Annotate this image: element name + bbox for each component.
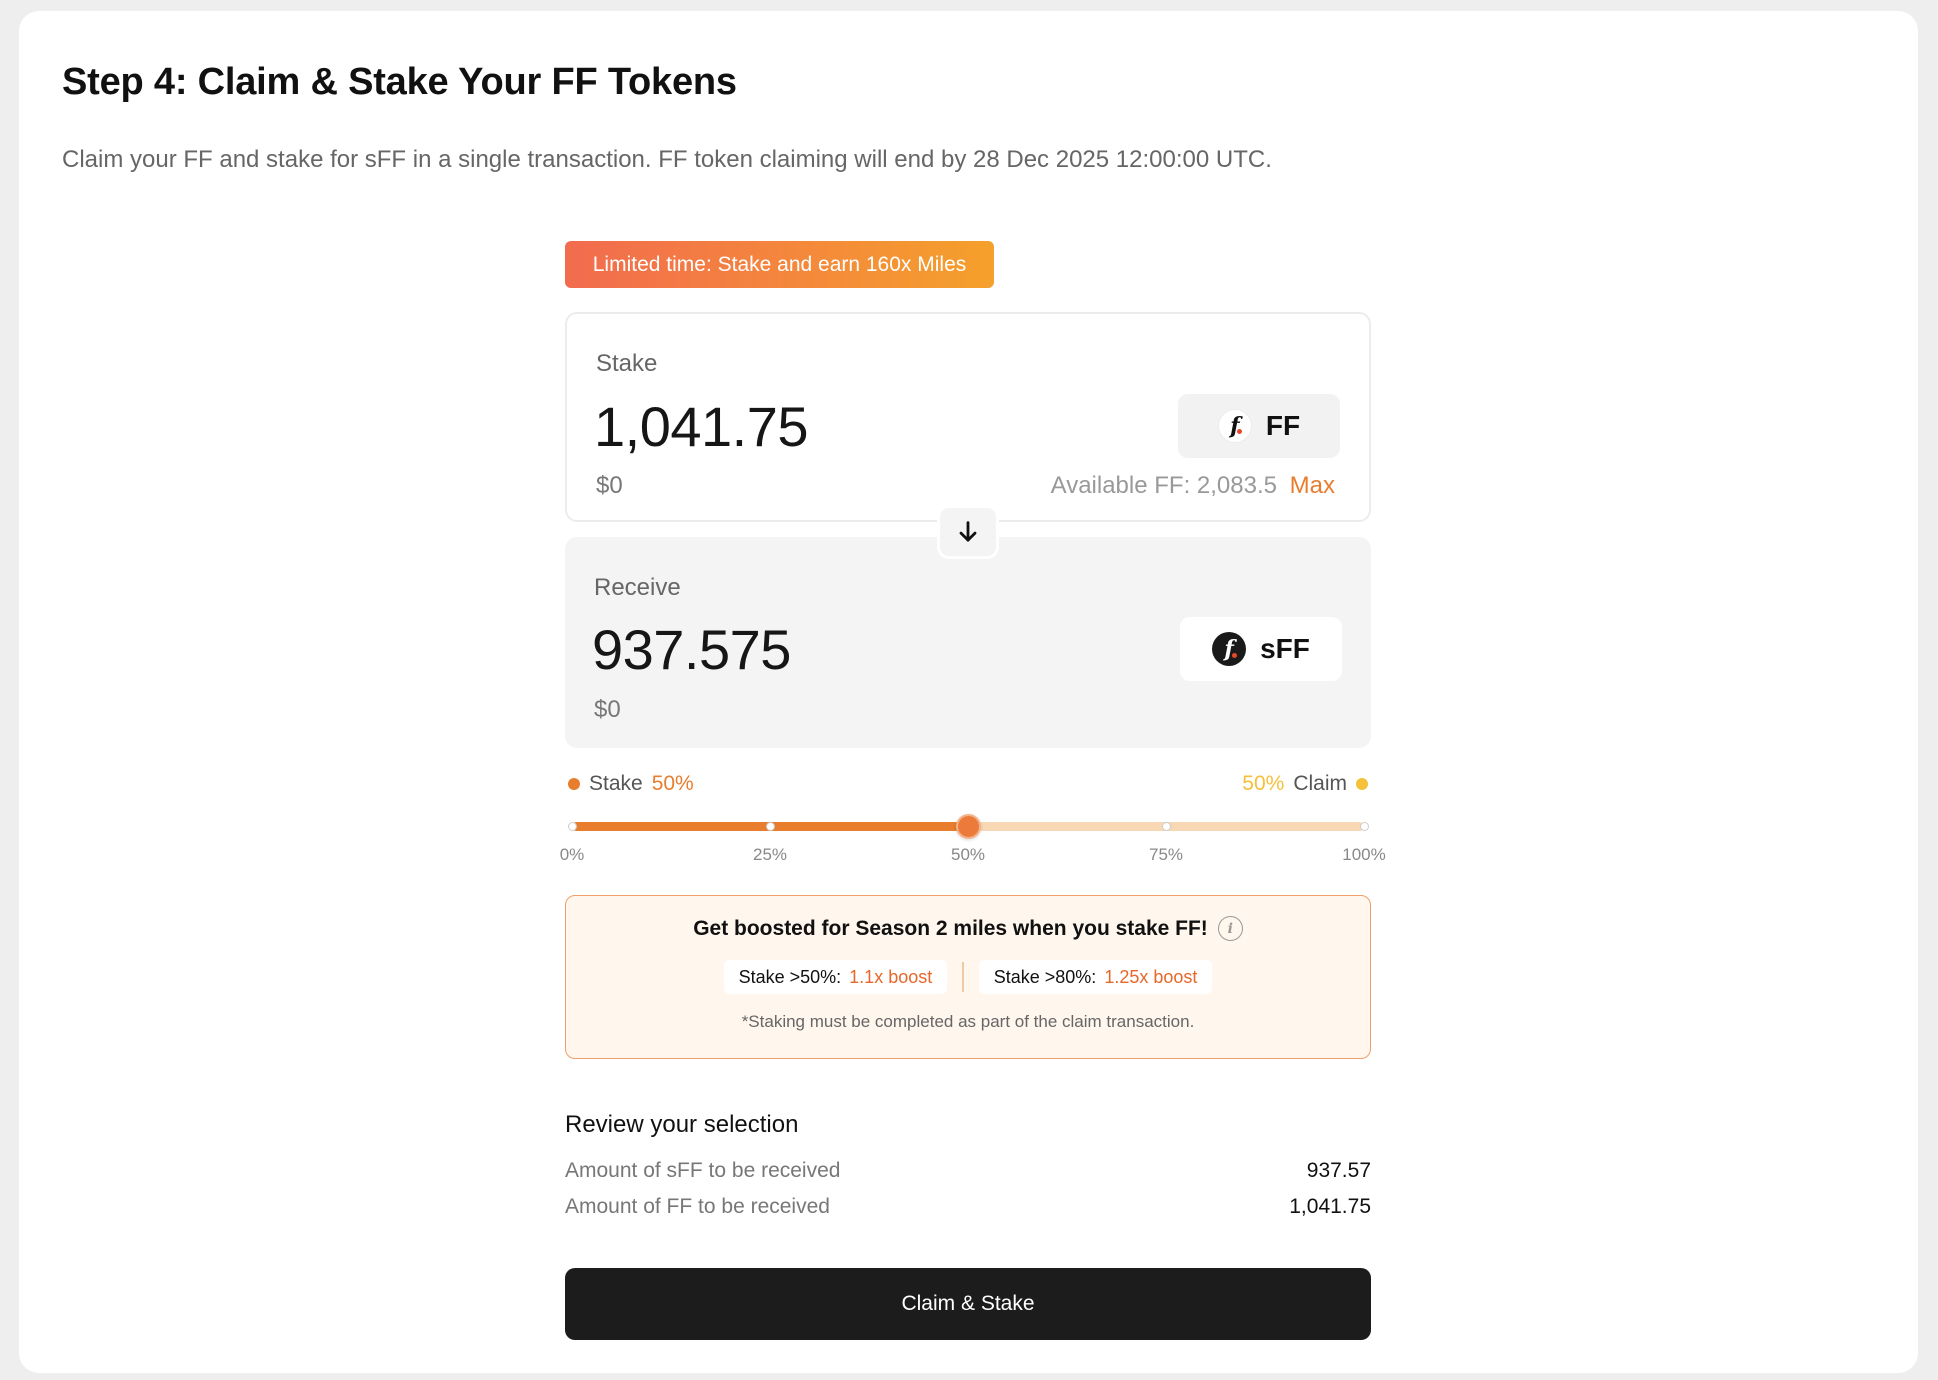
sff-token-icon: f [1212,632,1247,666]
slider-tick-label: 25% [752,845,788,864]
receive-token-symbol: sFF [1260,633,1310,664]
slider-thumb[interactable] [956,814,981,839]
swap-direction-button[interactable] [937,505,999,559]
review-row-value: 937.57 [1306,1159,1371,1182]
receive-amount: 937.575 [592,618,791,681]
promo-badge: Limited time: Stake and earn 160x Miles [565,241,994,288]
slider-tick [1162,822,1171,831]
claim-stake-button[interactable]: Claim & Stake [565,1268,1371,1340]
claim-stake-card: Step 4: Claim & Stake Your FF Tokens Cla… [19,11,1918,1373]
receive-label: Receive [594,574,681,601]
claim-legend-label: Claim [1293,772,1347,795]
slider-tick-label: 100% [1342,845,1386,864]
stake-amount-input[interactable]: 1,041.75 [594,394,808,459]
info-icon[interactable]: i [1217,916,1243,941]
stake-usd-value: $0 [596,472,623,499]
available-label: Available FF: 2,083.5 [1050,472,1277,499]
available-balance: Available FF: 2,083.5 Max [1051,472,1335,500]
page-subtitle: Claim your FF and stake for sFF in a sin… [62,146,1272,173]
receive-output-box: Receive 937.575 $0 f sFF [565,537,1371,748]
arrow-down-icon [959,521,977,542]
stake-token-symbol: FF [1265,410,1301,441]
stake-claim-slider[interactable] [565,812,1371,842]
boost-note: *Staking must be completed as part of th… [741,1012,1195,1031]
boost-title: Get boosted for Season 2 miles when you … [693,916,1208,940]
boost-chip-50: Stake >50%: 1.1x boost [723,960,948,994]
review-title: Review your selection [565,1111,799,1138]
stake-label: Stake [596,350,658,377]
stake-legend-label: Stake [589,772,643,795]
boost-chip-value: 1.25x boost [1104,966,1198,987]
ff-token-icon: f [1217,409,1252,443]
review-row-label: Amount of FF to be received [565,1195,830,1218]
slider-tick-label: 0% [559,845,585,864]
stake-legend-dot [568,778,580,790]
slider-tick [1360,822,1369,831]
slider-tick-labels: 0% 25% 50% 75% 100% [560,845,1386,869]
claim-legend: 50% Claim [1242,772,1368,796]
chip-divider [962,962,964,992]
stake-legend: Stake 50% [568,772,694,796]
claim-legend-percent: 50% [1242,772,1285,795]
stake-legend-percent: 50% [651,772,694,795]
review-row-value: 1,041.75 [1289,1195,1371,1218]
receive-usd-value: $0 [594,696,621,723]
stake-input-box: Stake 1,041.75 $0 f FF Available FF: 2,0… [565,312,1371,522]
boost-chip-value: 1.1x boost [849,966,933,987]
stake-token-selector[interactable]: f FF [1178,394,1340,458]
slider-tick-label: 75% [1148,845,1184,864]
page-title: Step 4: Claim & Stake Your FF Tokens [62,61,737,103]
max-button[interactable]: Max [1290,472,1335,499]
boost-title-row: Get boosted for Season 2 miles when you … [566,916,1370,941]
slider-tick [568,822,577,831]
boost-chip-label: Stake >80%: [993,966,1097,987]
boost-chip-80: Stake >80%: 1.25x boost [978,960,1213,994]
boost-chips: Stake >50%: 1.1x boost Stake >80%: 1.25x… [566,960,1370,994]
claim-legend-dot [1356,778,1368,790]
review-row-label: Amount of sFF to be received [565,1159,841,1182]
boost-info-box: Get boosted for Season 2 miles when you … [565,895,1371,1059]
review-row-sff: Amount of sFF to be received 937.57 [565,1159,1371,1183]
receive-token-display: f sFF [1180,617,1342,681]
review-row-ff: Amount of FF to be received 1,041.75 [565,1195,1371,1219]
slider-tick [766,822,775,831]
slider-tick-label: 50% [950,845,986,864]
split-legend: Stake 50% 50% Claim [565,772,1371,802]
boost-chip-label: Stake >50%: [738,966,842,987]
